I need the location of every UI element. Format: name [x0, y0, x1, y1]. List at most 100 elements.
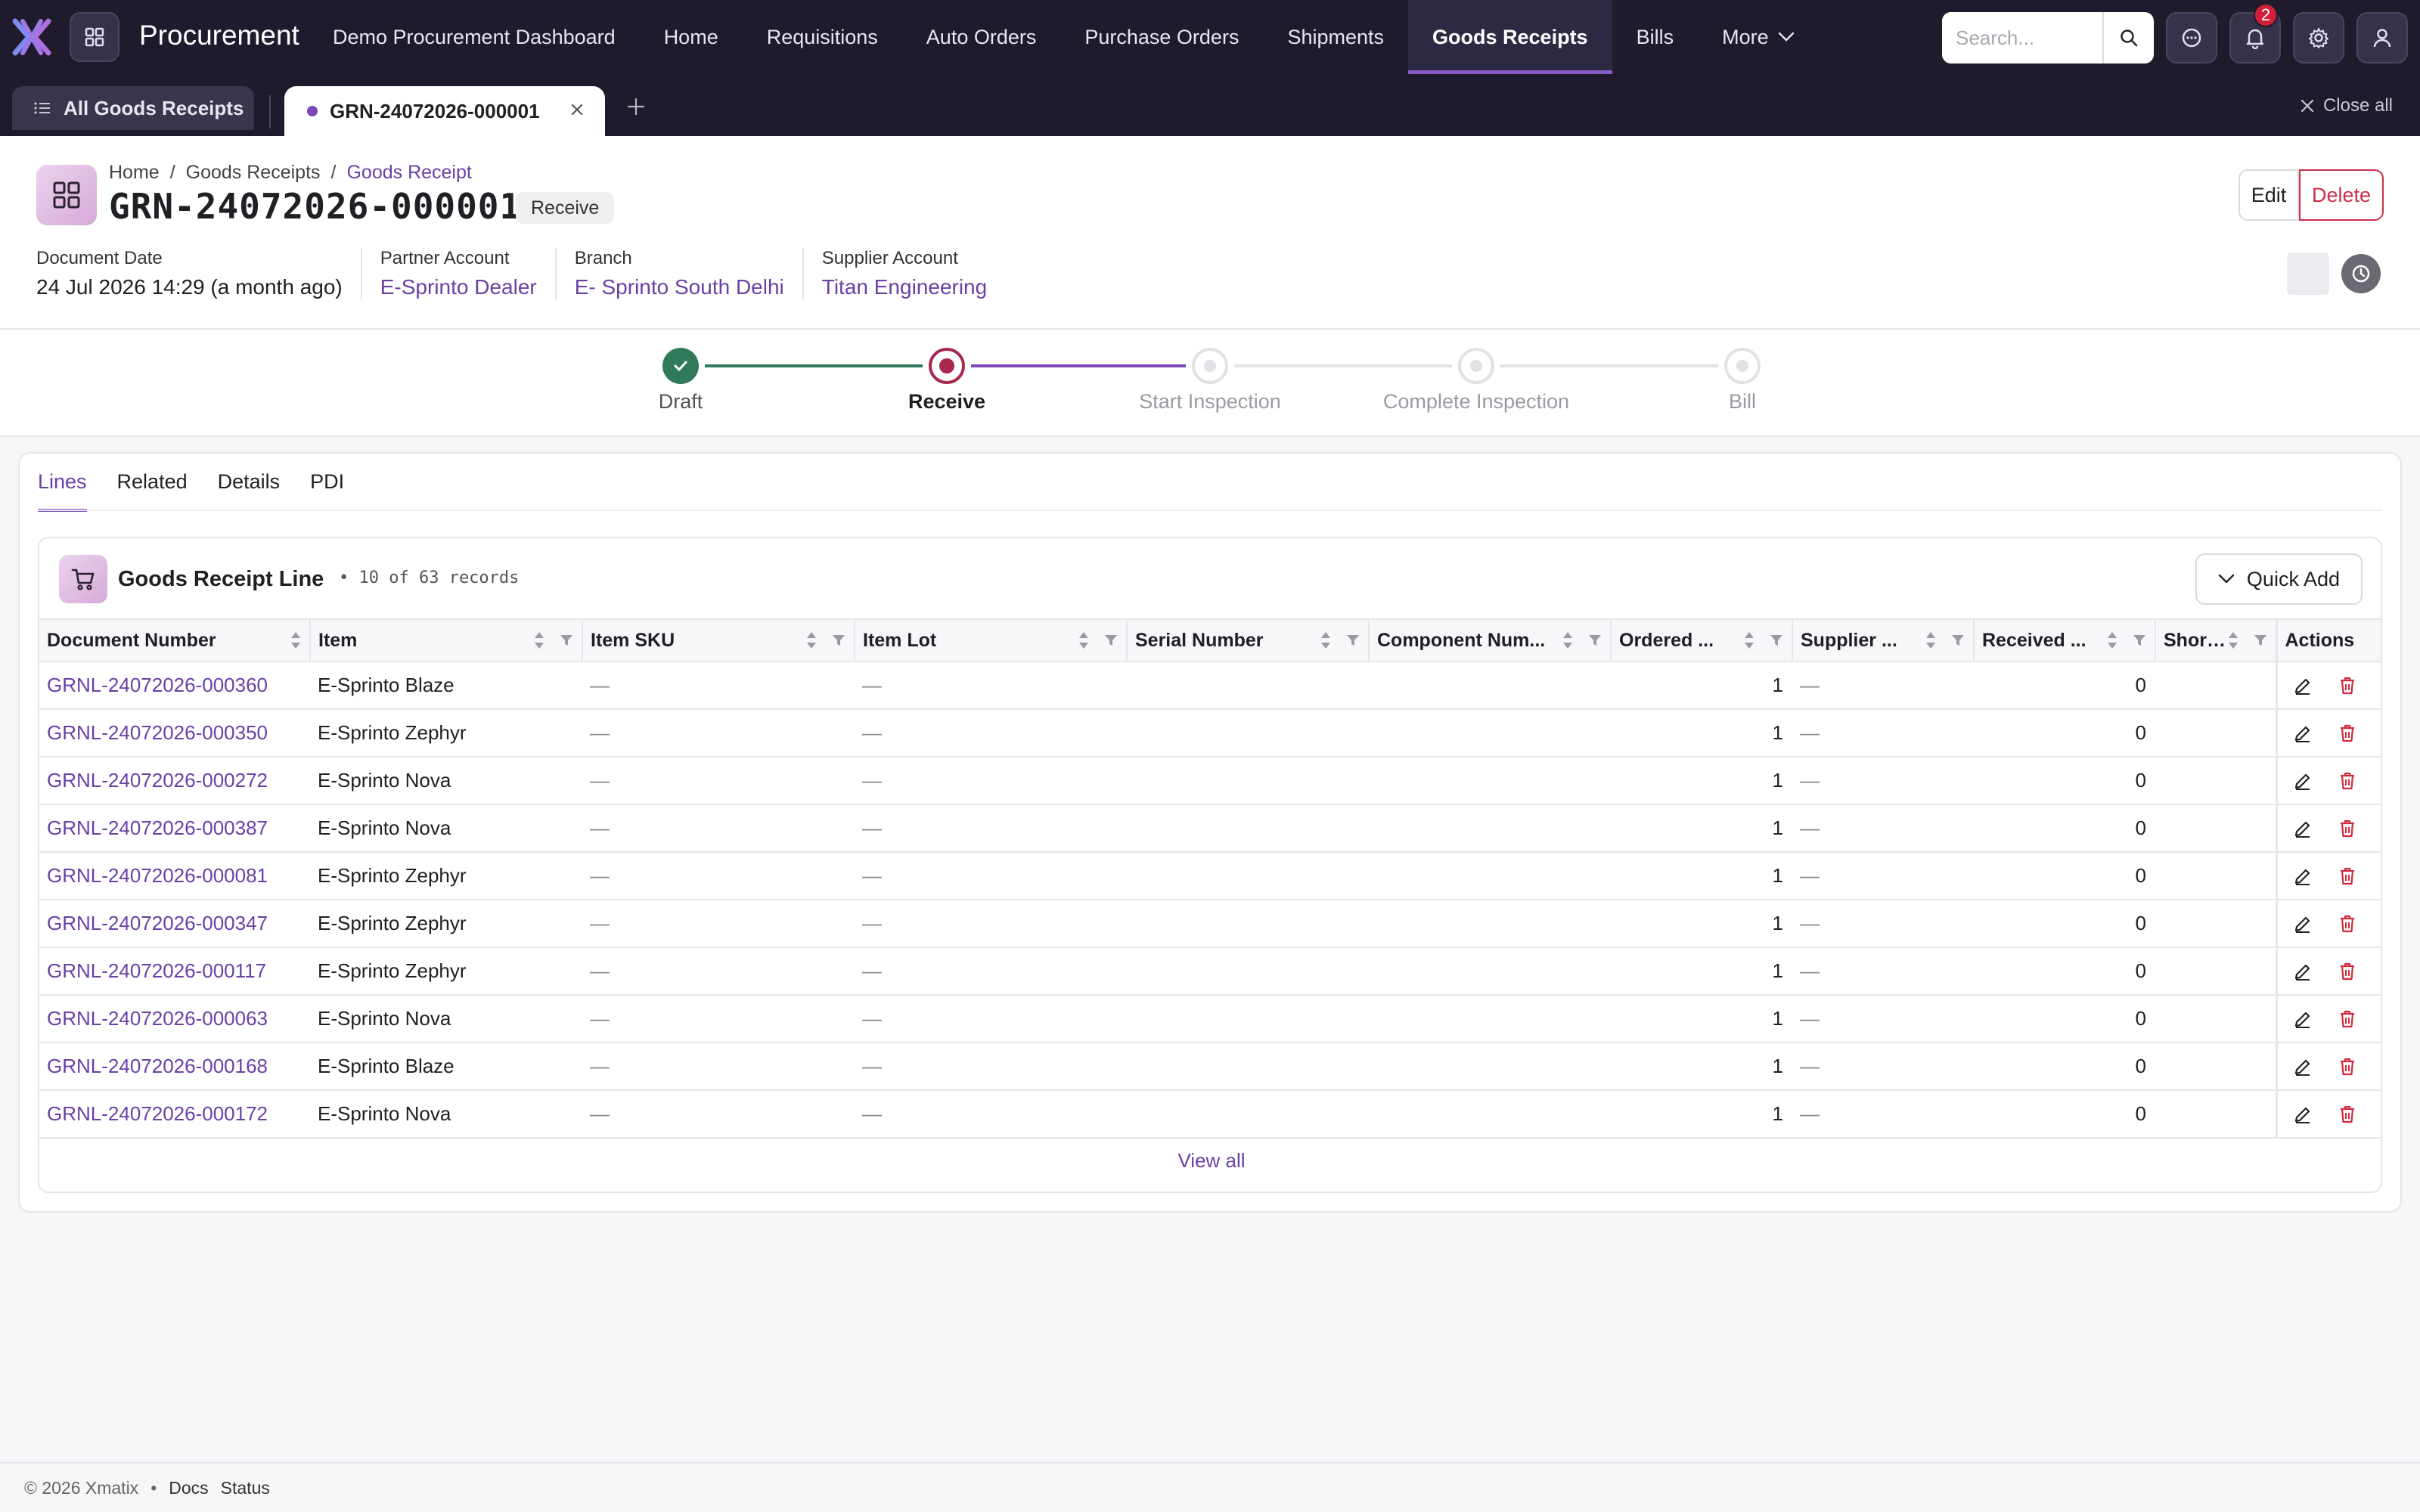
filter-icon[interactable] [1587, 633, 1602, 648]
delete-icon[interactable] [2338, 1057, 2356, 1077]
step-complete-inspection[interactable] [1458, 348, 1494, 384]
filter-icon[interactable] [1769, 633, 1784, 648]
filter-icon[interactable] [2253, 633, 2268, 648]
column-header-supplier[interactable]: Supplier ... [1792, 618, 1974, 662]
search-button[interactable] [2102, 12, 2154, 64]
step-start-inspection[interactable] [1192, 348, 1228, 384]
nav-item-bills[interactable]: Bills [1612, 0, 1699, 74]
cell-document-number[interactable]: GRNL-24072026-000063 [39, 995, 310, 1043]
delete-icon[interactable] [2338, 866, 2356, 886]
settings-button[interactable] [2293, 12, 2344, 64]
column-header-component-num[interactable]: Component Num... [1368, 618, 1611, 662]
nav-item-goods-receipts[interactable]: Goods Receipts [1408, 0, 1612, 74]
edit-icon[interactable] [2293, 819, 2313, 838]
close-all-tabs[interactable]: Close all [2299, 95, 2393, 116]
column-header-item-lot[interactable]: Item Lot [854, 618, 1127, 662]
sort-icon[interactable] [805, 631, 818, 650]
cell-document-number[interactable]: GRNL-24072026-000350 [39, 709, 310, 758]
sort-icon[interactable] [1925, 631, 1937, 650]
tab-all-goods-receipts[interactable]: All Goods Receipts [12, 86, 254, 130]
delete-icon[interactable] [2338, 819, 2356, 838]
sort-icon[interactable] [2227, 631, 2239, 650]
edit-icon[interactable] [2293, 771, 2313, 791]
filter-icon[interactable] [2132, 633, 2147, 648]
edit-icon[interactable] [2293, 962, 2313, 981]
column-header-serial-number[interactable]: Serial Number [1126, 618, 1369, 662]
table-row[interactable]: GRNL-24072026-000387 E-Sprinto Nova — —1—0 [39, 804, 2381, 853]
table-row[interactable]: GRNL-24072026-000168 E-Sprinto Blaze — —1—0 [39, 1043, 2381, 1091]
delete-button[interactable]: Delete [2299, 169, 2384, 221]
sort-icon[interactable] [1078, 631, 1090, 650]
filter-icon[interactable] [1103, 633, 1118, 648]
column-header-ordered[interactable]: Ordered ... [1610, 618, 1792, 662]
cell-document-number[interactable]: GRNL-24072026-000272 [39, 757, 310, 805]
step-receive[interactable] [929, 348, 965, 384]
edit-icon[interactable] [2293, 1009, 2313, 1029]
table-row[interactable]: GRNL-24072026-000360 E-Sprinto Blaze — —1—0 [39, 662, 2381, 710]
history-button[interactable] [2341, 254, 2381, 293]
chat-button[interactable] [2166, 12, 2217, 64]
nav-item-requisitions[interactable]: Requisitions [743, 0, 902, 74]
column-header-actions[interactable]: Actions [2275, 618, 2381, 662]
sort-icon[interactable] [533, 631, 545, 650]
sort-icon[interactable] [1562, 631, 1574, 650]
column-header-shortage[interactable]: Shortage ... [2155, 618, 2276, 662]
filter-icon[interactable] [1950, 633, 1965, 648]
delete-icon[interactable] [2338, 1009, 2356, 1029]
cell-document-number[interactable]: GRNL-24072026-000360 [39, 662, 310, 710]
delete-icon[interactable] [2338, 676, 2356, 696]
tab-lines[interactable]: Lines [38, 470, 87, 512]
search-input[interactable] [1942, 12, 2102, 64]
close-tab-icon[interactable] [569, 101, 585, 118]
table-row[interactable]: GRNL-24072026-000081 E-Sprinto Zephyr — —1—… [39, 852, 2381, 900]
edit-button[interactable]: Edit [2238, 169, 2299, 221]
tab-current-document[interactable]: GRN-24072026-000001 [284, 86, 605, 136]
field-value[interactable]: Titan Engineering [822, 275, 987, 299]
breadcrumb-goods-receipts[interactable]: Goods Receipts [186, 162, 321, 184]
step-draft[interactable] [662, 348, 699, 384]
footer-link-status[interactable]: Status [221, 1478, 270, 1498]
table-row[interactable]: GRNL-24072026-000272 E-Sprinto Nova — —1—0 [39, 757, 2381, 805]
delete-icon[interactable] [2338, 1105, 2356, 1124]
tab-pdi[interactable]: PDI [310, 470, 344, 512]
field-value[interactable]: E-Sprinto Dealer [380, 275, 537, 299]
sort-icon[interactable] [1320, 631, 1332, 650]
profile-button[interactable] [2356, 12, 2408, 64]
nav-item-demo-procurement-dashboard[interactable]: Demo Procurement Dashboard [309, 0, 640, 74]
edit-icon[interactable] [2293, 1105, 2313, 1124]
sort-icon[interactable] [290, 631, 302, 650]
nav-item-purchase-orders[interactable]: Purchase Orders [1060, 0, 1263, 74]
nav-item-more[interactable]: More [1698, 0, 1819, 74]
cell-document-number[interactable]: GRNL-24072026-000081 [39, 852, 310, 900]
table-row[interactable]: GRNL-24072026-000117 E-Sprinto Zephyr — —1—… [39, 947, 2381, 996]
edit-icon[interactable] [2293, 676, 2313, 696]
tab-details[interactable]: Details [218, 470, 281, 512]
step-bill[interactable] [1724, 348, 1761, 384]
cell-document-number[interactable]: GRNL-24072026-000117 [39, 947, 310, 996]
filter-icon[interactable] [831, 633, 846, 648]
apps-menu-button[interactable] [70, 12, 119, 62]
cell-document-number[interactable]: GRNL-24072026-000172 [39, 1090, 310, 1139]
sort-icon[interactable] [1743, 631, 1755, 650]
cell-document-number[interactable]: GRNL-24072026-000168 [39, 1043, 310, 1091]
column-header-received[interactable]: Received ... [1973, 618, 2155, 662]
edit-icon[interactable] [2293, 1057, 2313, 1077]
breadcrumb-home[interactable]: Home [109, 162, 160, 184]
nav-item-shipments[interactable]: Shipments [1263, 0, 1408, 74]
column-header-document-number[interactable]: Document Number [39, 618, 310, 662]
view-all-link[interactable]: View all [39, 1149, 2381, 1173]
filter-icon[interactable] [559, 633, 574, 648]
nav-item-home[interactable]: Home [640, 0, 743, 74]
delete-icon[interactable] [2338, 962, 2356, 981]
delete-icon[interactable] [2338, 914, 2356, 934]
table-row[interactable]: GRNL-24072026-000063 E-Sprinto Nova — —1—0 [39, 995, 2381, 1043]
delete-icon[interactable] [2338, 771, 2356, 791]
table-row[interactable]: GRNL-24072026-000172 E-Sprinto Nova — —1—0 [39, 1090, 2381, 1139]
column-header-item[interactable]: Item [309, 618, 582, 662]
edit-icon[interactable] [2293, 866, 2313, 886]
edit-icon[interactable] [2293, 723, 2313, 743]
footer-link-docs[interactable]: Docs [169, 1478, 208, 1498]
notifications-button[interactable]: 2 [2229, 3, 2281, 64]
xmatix-logo-icon[interactable] [12, 18, 51, 56]
quick-add-button[interactable]: Quick Add [2195, 553, 2363, 605]
